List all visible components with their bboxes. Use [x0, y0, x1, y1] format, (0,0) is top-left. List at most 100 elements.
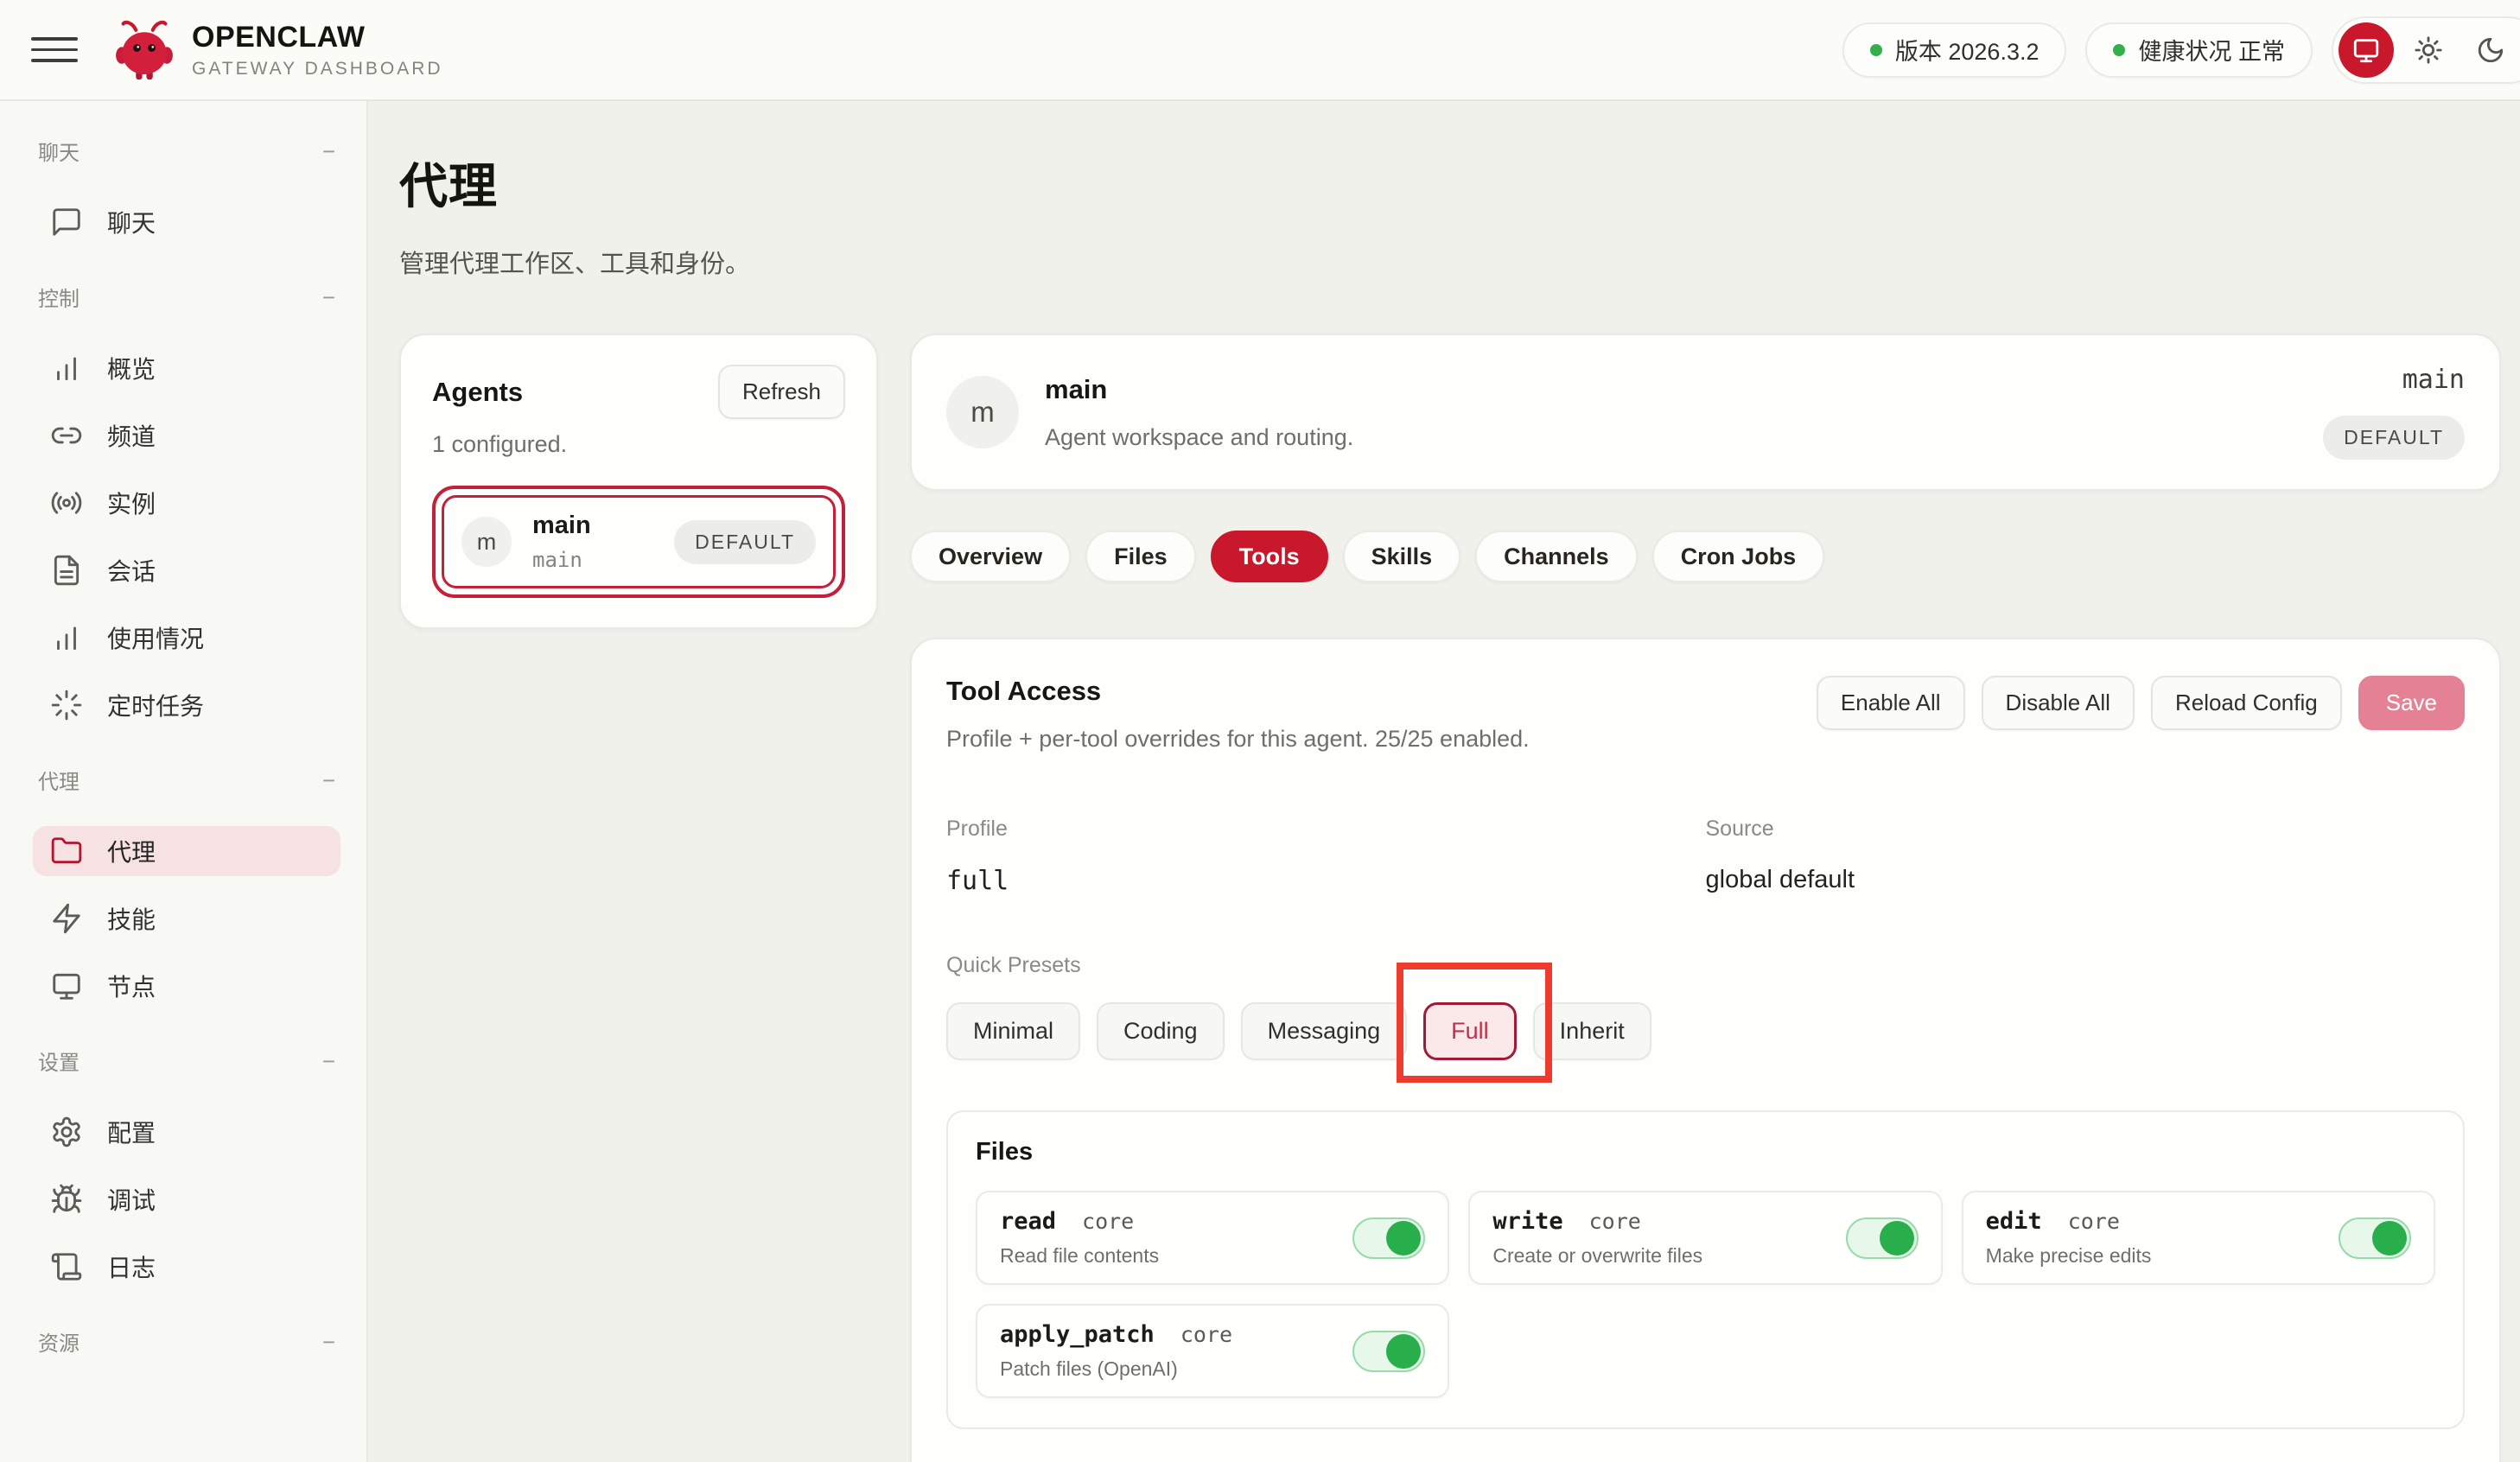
agent-avatar: m [461, 517, 512, 567]
agent-list-item-main[interactable]: m main main DEFAULT [432, 486, 845, 598]
section-collapse-icon[interactable]: − [322, 1050, 335, 1072]
file-icon [50, 554, 83, 587]
preset-minimal-button[interactable]: Minimal [946, 1002, 1080, 1060]
link-icon [50, 419, 83, 452]
sidebar-item-聊天[interactable]: 聊天 [33, 197, 340, 247]
status-dot-icon [2113, 44, 2125, 56]
toggle-knob [1386, 1334, 1421, 1369]
tool-tag: core [1082, 1209, 1134, 1234]
default-badge: DEFAULT [674, 520, 816, 564]
preset-full-button[interactable]: Full [1423, 1002, 1517, 1060]
brand-title: OPENCLAW [192, 21, 443, 54]
page-subtitle: 管理代理工作区、工具和身份。 [399, 244, 2501, 280]
sidebar-section-label: 设置 [38, 1046, 80, 1076]
disable-all-button[interactable]: Disable All [1982, 676, 2135, 730]
source-value: global default [1706, 866, 2466, 894]
scroll-icon [50, 1250, 83, 1283]
sidebar-item-日志[interactable]: 日志 [33, 1242, 340, 1292]
tool-description: Create or overwrite files [1492, 1244, 1702, 1268]
preset-coding-button[interactable]: Coding [1097, 1002, 1225, 1060]
sidebar-item-使用情况[interactable]: 使用情况 [33, 613, 340, 663]
sidebar-item-实例[interactable]: 实例 [33, 478, 340, 528]
tool-tag: core [2068, 1209, 2120, 1234]
tool-access-subtitle: Profile + per-tool overrides for this ag… [946, 726, 1530, 753]
tool-toggle-write[interactable] [1846, 1217, 1919, 1259]
agent-detail-description: Agent workspace and routing. [1045, 424, 1353, 451]
tool-name: read [1000, 1208, 1056, 1235]
tab-files[interactable]: Files [1085, 531, 1196, 582]
tab-channels[interactable]: Channels [1475, 531, 1638, 582]
refresh-button[interactable]: Refresh [718, 365, 845, 419]
profile-value: full [946, 866, 1706, 896]
brand: OPENCLAW GATEWAY DASHBOARD [111, 16, 443, 84]
section-collapse-icon[interactable]: − [322, 769, 335, 791]
folder-icon [50, 835, 83, 868]
preset-inherit-button[interactable]: Inherit [1533, 1002, 1651, 1060]
tool-item-read: read core Read file contents [976, 1191, 1449, 1285]
preset-messaging-button[interactable]: Messaging [1241, 1002, 1408, 1060]
section-collapse-icon[interactable]: − [322, 140, 335, 162]
tool-access-card: Tool Access Profile + per-tool overrides… [910, 638, 2501, 1462]
enable-all-button[interactable]: Enable All [1817, 676, 1965, 730]
source-label: Source [1706, 817, 2466, 842]
main-content: 代理 管理代理工作区、工具和身份。 Agents Refresh 1 confi… [368, 101, 2520, 1462]
section-collapse-icon[interactable]: − [322, 1331, 335, 1353]
tool-toggle-apply_patch[interactable] [1352, 1331, 1425, 1372]
theme-dark-moon-icon[interactable] [2463, 22, 2518, 78]
bar-chart-icon [50, 621, 83, 654]
tab-overview[interactable]: Overview [910, 531, 1071, 582]
sidebar-item-概览[interactable]: 概览 [33, 343, 340, 393]
tool-access-title: Tool Access [946, 676, 1530, 707]
default-badge: DEFAULT [2323, 416, 2465, 460]
agent-id: main [532, 548, 591, 572]
sidebar-item-技能[interactable]: 技能 [33, 893, 340, 944]
bug-icon [50, 1183, 83, 1216]
tool-item-write: writecoreCreate or overwrite files [1468, 1191, 1942, 1285]
toggle-knob [1880, 1221, 1914, 1255]
agent-name: main [532, 512, 591, 540]
sidebar-item-定时任务[interactable]: 定时任务 [33, 680, 340, 730]
tool-group-files: Files read core Read file contents writecore… [946, 1110, 2465, 1429]
tab-tools[interactable]: Tools [1211, 531, 1328, 582]
gear-icon [50, 1116, 83, 1148]
sidebar-section-1: 控制 − 概览频道实例会话使用情况定时任务 [33, 282, 340, 730]
sidebar-section-label: 代理 [38, 765, 80, 795]
agent-avatar: m [946, 376, 1019, 448]
sidebar-item-节点[interactable]: 节点 [33, 961, 340, 1011]
tool-toggle-edit[interactable] [2339, 1217, 2411, 1259]
reload-config-button[interactable]: Reload Config [2151, 676, 2342, 730]
top-bar: OPENCLAW GATEWAY DASHBOARD 版本 2026.3.2 健… [0, 0, 2520, 101]
theme-system-monitor-icon[interactable] [2339, 22, 2394, 78]
theme-switcher [2332, 16, 2520, 84]
sidebar-item-会话[interactable]: 会话 [33, 545, 340, 595]
section-collapse-icon[interactable]: − [322, 286, 335, 308]
chat-icon [50, 206, 83, 238]
sidebar-section-label: 控制 [38, 282, 80, 312]
tool-tag: core [1180, 1322, 1232, 1347]
tool-group-title: Files [976, 1138, 2435, 1166]
tool-item-apply_patch: apply_patchcorePatch files (OpenAI) [976, 1304, 1449, 1398]
status-dot-icon [1870, 44, 1882, 56]
page-title: 代理 [399, 148, 2501, 218]
save-button[interactable]: Save [2358, 676, 2465, 730]
broadcast-icon [50, 486, 83, 519]
menu-icon[interactable] [31, 27, 78, 73]
sidebar-item-调试[interactable]: 调试 [33, 1174, 340, 1224]
sidebar-item-频道[interactable]: 频道 [33, 410, 340, 461]
bar-chart-icon [50, 352, 83, 385]
profile-label: Profile [946, 817, 1706, 842]
tool-description: Read file contents [1000, 1244, 1159, 1268]
sidebar-item-代理[interactable]: 代理 [33, 826, 340, 876]
sidebar: 聊天−聊天控制−概览频道实例会话使用情况定时任务代理−代理技能节点设置−配置调试… [0, 101, 368, 1462]
sidebar-item-配置[interactable]: 配置 [33, 1107, 340, 1157]
tool-name: edit [1986, 1208, 2042, 1235]
tab-cron-jobs[interactable]: Cron Jobs [1652, 531, 1825, 582]
agent-tabs: Overview Files Tools Skills Channels Cron Job… [910, 531, 2501, 582]
agent-detail-name: main [1045, 374, 1353, 405]
quick-presets-label: Quick Presets [946, 953, 2465, 978]
agent-detail-header: m main Agent workspace and routing. main… [910, 334, 2501, 491]
health-badge: 健康状况 正常 [2085, 22, 2313, 78]
tool-toggle-read[interactable] [1352, 1217, 1425, 1259]
theme-light-sun-icon[interactable] [2401, 22, 2456, 78]
tab-skills[interactable]: Skills [1343, 531, 1461, 582]
